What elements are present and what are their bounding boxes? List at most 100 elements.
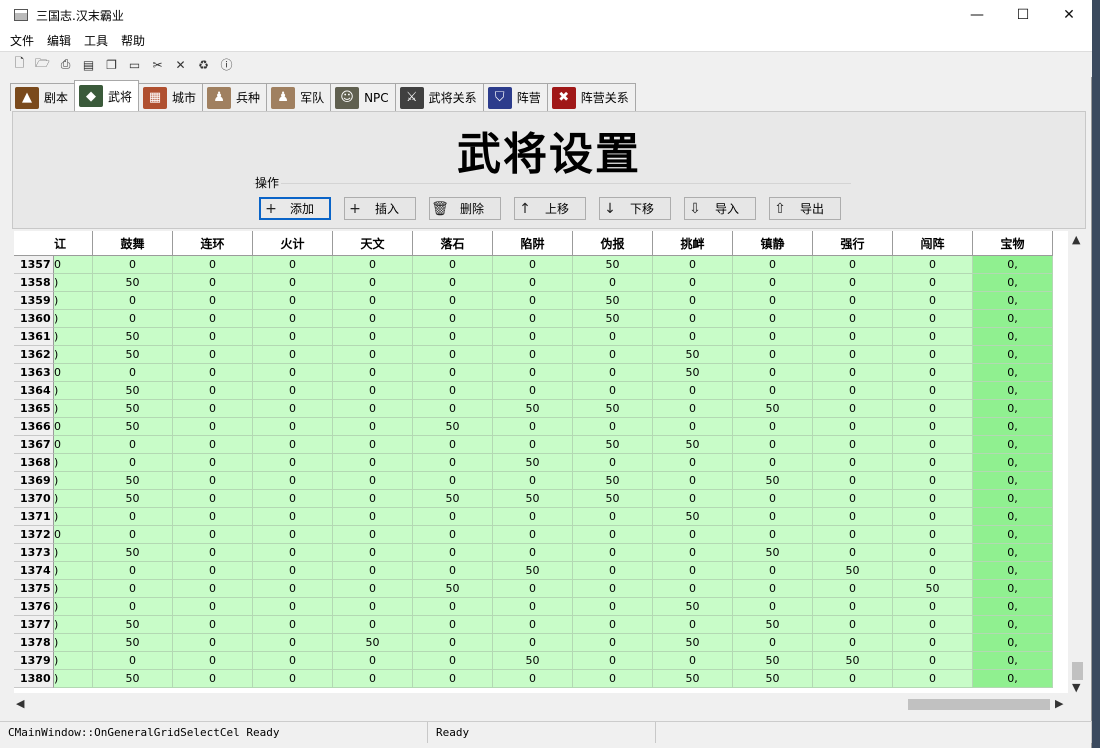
grid-cell[interactable]: 50 xyxy=(573,472,653,490)
grid-cell[interactable]: 0 xyxy=(813,616,893,634)
column-header[interactable]: 镇静 xyxy=(733,231,813,256)
grid-cell[interactable]: 0 xyxy=(413,508,493,526)
table-row[interactable]: 1365) 50 0 0 0 0 50 50 0 50 0 0 0, xyxy=(14,400,1053,418)
archive-icon[interactable]: ▤ xyxy=(79,55,98,74)
grid-cell[interactable]: 0 xyxy=(493,670,573,688)
grid-cell[interactable]: 50 xyxy=(653,436,733,454)
table-row[interactable]: 1362) 50 0 0 0 0 0 0 50 0 0 0 0, xyxy=(14,346,1053,364)
grid-cell[interactable]: ) xyxy=(54,400,93,418)
table-row[interactable]: 1377) 50 0 0 0 0 0 0 0 50 0 0 0, xyxy=(14,616,1053,634)
grid-cell[interactable]: 0 xyxy=(573,544,653,562)
grid-cell[interactable]: 0 xyxy=(173,256,253,274)
grid-cell[interactable]: 0, xyxy=(973,256,1053,274)
grid-cell[interactable]: 0 xyxy=(493,382,573,400)
grid-cell[interactable]: 0 xyxy=(413,598,493,616)
grid-cell[interactable]: 0 xyxy=(893,382,973,400)
column-header[interactable]: 伪报 xyxy=(573,231,653,256)
grid-cell[interactable]: 0 xyxy=(813,598,893,616)
grid-cell[interactable]: 0 xyxy=(493,364,573,382)
grid-cell[interactable]: 50 xyxy=(653,346,733,364)
grid-cell[interactable]: 0 xyxy=(813,256,893,274)
grid-cell[interactable]: 0 xyxy=(333,454,413,472)
row-header[interactable]: 1372 xyxy=(14,526,54,544)
grid-cell[interactable]: 0 xyxy=(413,274,493,292)
grid-cell[interactable]: 0 xyxy=(93,580,173,598)
grid-cell[interactable]: ) xyxy=(54,544,93,562)
grid-cell[interactable]: 0 xyxy=(253,400,333,418)
grid-cell[interactable]: ) xyxy=(54,634,93,652)
grid-cell[interactable]: 0 xyxy=(93,454,173,472)
grid-cell[interactable]: 0 xyxy=(173,670,253,688)
grid-cell[interactable]: 50 xyxy=(93,346,173,364)
tab-army[interactable]: ♟ 军队 xyxy=(266,83,332,111)
grid-cell[interactable]: 50 xyxy=(93,472,173,490)
grid-cell[interactable]: 0, xyxy=(973,508,1053,526)
grid-cell[interactable]: 0 xyxy=(413,256,493,274)
grid-cell[interactable]: 0 xyxy=(813,544,893,562)
grid-cell[interactable]: 0 xyxy=(893,328,973,346)
grid-cell[interactable]: 0 xyxy=(893,310,973,328)
grid-cell[interactable]: ) xyxy=(54,472,93,490)
grid-cell[interactable]: 0 xyxy=(573,598,653,616)
grid-cell[interactable]: 50 xyxy=(733,544,813,562)
grid-cell[interactable]: 0, xyxy=(973,310,1053,328)
column-header[interactable]: 挑衅 xyxy=(653,231,733,256)
grid-cell[interactable]: 50 xyxy=(93,400,173,418)
grid-cell[interactable]: 0 xyxy=(893,472,973,490)
grid-cell[interactable]: 0 xyxy=(253,598,333,616)
move-up-button[interactable]: ↑ 上移 xyxy=(514,197,586,220)
grid-cell[interactable]: 50 xyxy=(813,562,893,580)
grid-cell[interactable]: 0 xyxy=(413,652,493,670)
grid-cell[interactable]: 0 xyxy=(733,292,813,310)
grid-cell[interactable]: 0 xyxy=(733,436,813,454)
grid-cell[interactable]: 0 xyxy=(893,274,973,292)
grid-cell[interactable]: 50 xyxy=(573,436,653,454)
grid-cell[interactable]: 0 xyxy=(653,292,733,310)
grid-cell[interactable]: 0 xyxy=(173,616,253,634)
grid-cell[interactable]: 0 xyxy=(413,526,493,544)
grid-cell[interactable]: 0 xyxy=(253,436,333,454)
grid-cell[interactable]: 0 xyxy=(653,310,733,328)
grid-cell[interactable]: 0 xyxy=(573,526,653,544)
grid-cell[interactable]: 0 xyxy=(413,454,493,472)
grid-cell[interactable]: 0, xyxy=(973,472,1053,490)
grid-cell[interactable]: 0 xyxy=(173,598,253,616)
export-button[interactable]: ⇧ 导出 xyxy=(769,197,841,220)
row-header[interactable]: 1374 xyxy=(14,562,54,580)
grid-cell[interactable]: 50 xyxy=(733,400,813,418)
grid-cell[interactable]: 0 xyxy=(813,508,893,526)
grid-cell[interactable]: 0 xyxy=(733,346,813,364)
grid-cell[interactable]: 0 xyxy=(173,346,253,364)
grid-cell[interactable]: 0 xyxy=(54,526,93,544)
grid-cell[interactable]: 0 xyxy=(493,580,573,598)
grid-cell[interactable]: 0 xyxy=(813,364,893,382)
grid-cell[interactable]: 0 xyxy=(653,256,733,274)
grid-cell[interactable]: 0 xyxy=(493,508,573,526)
grid-cell[interactable]: 0 xyxy=(413,562,493,580)
grid-cell[interactable]: 0 xyxy=(333,598,413,616)
grid-cell[interactable]: 0 xyxy=(253,580,333,598)
grid-cell[interactable]: 50 xyxy=(493,490,573,508)
grid-cell[interactable]: 0 xyxy=(413,400,493,418)
scroll-left-icon[interactable]: ◀ xyxy=(16,697,24,710)
help-icon[interactable]: ⓘ xyxy=(217,55,236,74)
grid-cell[interactable]: 0 xyxy=(93,364,173,382)
grid-cell[interactable]: 0 xyxy=(253,346,333,364)
grid-cell[interactable]: 50 xyxy=(653,670,733,688)
grid-cell[interactable]: 0 xyxy=(173,436,253,454)
grid-cell[interactable]: 50 xyxy=(813,652,893,670)
grid-cell[interactable]: 0 xyxy=(253,544,333,562)
grid-cell[interactable]: ) xyxy=(54,598,93,616)
move-down-button[interactable]: ↓ 下移 xyxy=(599,197,671,220)
table-row[interactable]: 1361) 50 0 0 0 0 0 0 0 0 0 0 0, xyxy=(14,328,1053,346)
grid-cell[interactable]: 50 xyxy=(733,670,813,688)
table-row[interactable]: 1363 0 0 0 0 0 0 0 0 50 0 0 0 0, xyxy=(14,364,1053,382)
table-row[interactable]: 1378) 50 0 0 50 0 0 0 50 0 0 0 0, xyxy=(14,634,1053,652)
table-row[interactable]: 1360) 0 0 0 0 0 0 50 0 0 0 0 0, xyxy=(14,310,1053,328)
grid-cell[interactable]: 50 xyxy=(93,490,173,508)
grid-cell[interactable]: 50 xyxy=(493,562,573,580)
grid-cell[interactable]: 50 xyxy=(573,490,653,508)
grid-cell[interactable]: 0 xyxy=(173,454,253,472)
delete-button[interactable]: 🗑 删除 xyxy=(429,197,501,220)
grid-cell[interactable]: ) xyxy=(54,328,93,346)
